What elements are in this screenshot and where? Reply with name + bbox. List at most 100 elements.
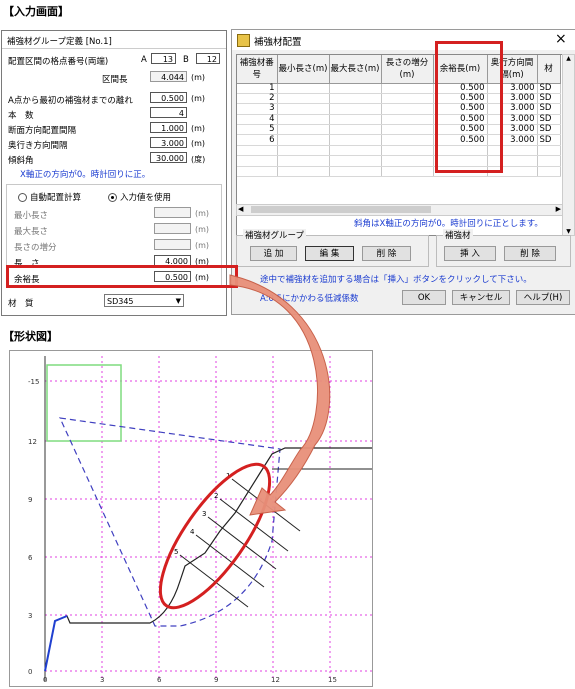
- cell-max[interactable]: [329, 103, 382, 115]
- cell-empty[interactable]: [277, 145, 330, 157]
- unit-m: (m): [191, 94, 206, 103]
- material-select[interactable]: SD345 ▼: [104, 294, 184, 307]
- table-row-empty[interactable]: [237, 155, 561, 167]
- table-row-empty[interactable]: [237, 166, 561, 178]
- cancel-button[interactable]: キャンセル: [452, 290, 510, 305]
- grid-horizontal-scrollbar[interactable]: ◀ ▶: [236, 204, 563, 216]
- delete-material-button[interactable]: 削 除: [504, 246, 556, 261]
- cell-no[interactable]: 2: [237, 93, 278, 105]
- cell-empty[interactable]: [329, 166, 382, 178]
- incline-input[interactable]: 30.000: [150, 152, 187, 163]
- unit-m: (m): [191, 139, 206, 148]
- help-button[interactable]: ヘルプ(H): [516, 290, 570, 305]
- cell-inc[interactable]: [381, 103, 434, 115]
- cell-max[interactable]: [329, 124, 382, 136]
- cell-no[interactable]: 6: [237, 134, 278, 146]
- unit-m: (m): [195, 225, 210, 234]
- section-spacing-input[interactable]: 1.000: [150, 122, 187, 133]
- cell-inc[interactable]: [381, 83, 434, 94]
- add-button[interactable]: 追 加: [250, 246, 297, 261]
- cell-empty[interactable]: [329, 155, 382, 167]
- count-input[interactable]: 4: [150, 107, 187, 118]
- cell-max[interactable]: [329, 114, 382, 126]
- reduction-hint: A:0.5にかかわる低減係数: [260, 294, 359, 304]
- radio-input[interactable]: 入力値を使用: [108, 191, 171, 203]
- table-row[interactable]: 4 0.500 3.000 SD: [237, 114, 561, 126]
- ok-button[interactable]: OK: [402, 290, 446, 305]
- radio-auto[interactable]: 自動配置計算: [18, 191, 81, 203]
- table-row[interactable]: 2 0.500 3.000 SD: [237, 93, 561, 105]
- reinforcement-label: 5: [174, 548, 178, 556]
- col-header-inc: 長さの増分(m): [381, 55, 434, 84]
- max-length-input: [154, 223, 191, 234]
- reinforcement-label: 3: [202, 510, 206, 518]
- table-row[interactable]: 1 0.500 3.000 SD: [237, 83, 561, 94]
- cell-empty[interactable]: [381, 145, 434, 157]
- cell-no[interactable]: 5: [237, 124, 278, 136]
- cell-empty[interactable]: [537, 166, 561, 178]
- cell-inc[interactable]: [381, 134, 434, 146]
- scroll-left-icon[interactable]: ◀: [238, 205, 243, 213]
- table-row-empty[interactable]: [237, 145, 561, 157]
- first-dist-input[interactable]: 0.500: [150, 92, 187, 103]
- cell-mat[interactable]: SD: [537, 93, 561, 105]
- cell-empty[interactable]: [237, 166, 278, 178]
- lattice-label: 配置区間の格点番号(両端): [8, 57, 109, 67]
- cell-empty[interactable]: [381, 166, 434, 178]
- cell-empty[interactable]: [329, 145, 382, 157]
- cell-min[interactable]: [277, 103, 330, 115]
- reinforcement-label: 2: [214, 492, 218, 500]
- table-row[interactable]: 6 0.500 3.000 SD: [237, 134, 561, 146]
- cell-max[interactable]: [329, 134, 382, 146]
- radio-off-icon: [18, 193, 27, 202]
- cell-mat[interactable]: SD: [537, 114, 561, 126]
- close-icon[interactable]: ×: [555, 31, 567, 47]
- cell-empty[interactable]: [277, 166, 330, 178]
- dialog-title: 補強材配置: [254, 37, 302, 48]
- cell-no[interactable]: 1: [237, 83, 278, 94]
- cell-max[interactable]: [329, 83, 382, 94]
- cell-inc[interactable]: [381, 114, 434, 126]
- cell-no[interactable]: 3: [237, 103, 278, 115]
- cell-empty[interactable]: [237, 155, 278, 167]
- cell-min[interactable]: [277, 114, 330, 126]
- cell-empty[interactable]: [237, 145, 278, 157]
- scroll-thumb[interactable]: [251, 206, 431, 213]
- cell-min[interactable]: [277, 83, 330, 94]
- cell-mat[interactable]: SD: [537, 134, 561, 146]
- margin-column-highlight: [435, 41, 503, 173]
- lattice-a-input[interactable]: 13: [151, 53, 176, 64]
- cell-min[interactable]: [277, 134, 330, 146]
- lattice-b-input[interactable]: 12: [196, 53, 220, 64]
- grid-vertical-scrollbar[interactable]: ▲ ▼: [562, 54, 575, 236]
- cell-max[interactable]: [329, 93, 382, 105]
- cell-min[interactable]: [277, 93, 330, 105]
- input-screen-title: 【入力画面】: [3, 5, 69, 18]
- depth-spacing-input[interactable]: 3.000: [150, 137, 187, 148]
- x-tick-label: 15: [328, 676, 337, 684]
- cell-empty[interactable]: [381, 155, 434, 167]
- insert-button[interactable]: 挿 入: [444, 246, 496, 261]
- load-area-box: [46, 364, 122, 442]
- edit-button[interactable]: 編 集: [305, 246, 354, 261]
- cell-empty[interactable]: [277, 155, 330, 167]
- x-tick-label: 0: [43, 676, 47, 684]
- delete-group-button[interactable]: 削 除: [362, 246, 411, 261]
- cell-mat[interactable]: SD: [537, 103, 561, 115]
- cell-inc[interactable]: [381, 93, 434, 105]
- cell-no[interactable]: 4: [237, 114, 278, 126]
- cell-mat[interactable]: SD: [537, 83, 561, 94]
- reinforcement-label: 4: [190, 528, 195, 536]
- cell-inc[interactable]: [381, 124, 434, 136]
- cell-empty[interactable]: [537, 155, 561, 167]
- table-row[interactable]: 3 0.500 3.000 SD: [237, 103, 561, 115]
- shape-svg: 0 3 6 9 12 15-15129630 12345: [28, 356, 372, 684]
- cell-min[interactable]: [277, 124, 330, 136]
- cell-empty[interactable]: [537, 145, 561, 157]
- cell-mat[interactable]: SD: [537, 124, 561, 136]
- table-row[interactable]: 5 0.500 3.000 SD: [237, 124, 561, 136]
- label-a: A: [141, 55, 147, 65]
- scroll-right-icon[interactable]: ▶: [556, 205, 561, 213]
- direction-note: X軸正の方向が0。時計回りに正。: [20, 170, 151, 180]
- reinforcement-bars: 12345: [174, 472, 301, 608]
